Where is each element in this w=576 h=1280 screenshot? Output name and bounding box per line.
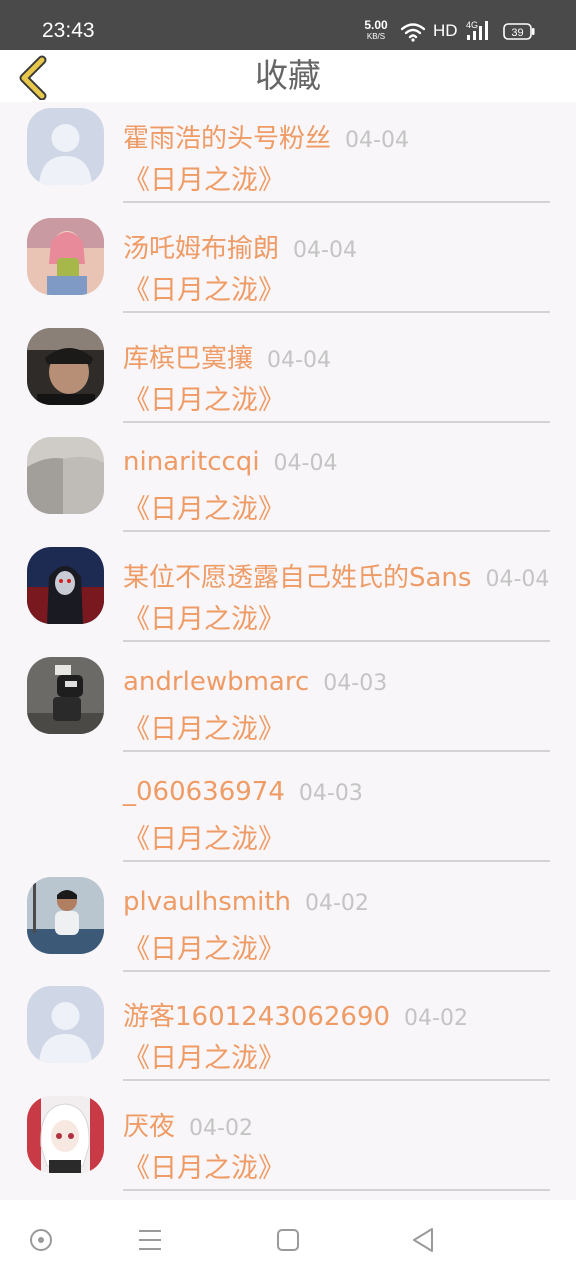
item-header: 厌夜 04-02 (123, 1106, 253, 1143)
work-title: 《日月之泷》 (123, 604, 285, 636)
item-date: 04-02 (189, 1116, 253, 1142)
item-header: _060636974 04-03 (123, 777, 363, 807)
outdoor-man-avatar (27, 876, 104, 954)
item-header: 游客1601243062690 04-02 (123, 996, 468, 1033)
item-date: 04-03 (298, 780, 363, 806)
divider (123, 1189, 550, 1192)
list-item[interactable]: 汤吒姆布揄朗 04-04 《日月之泷》 (0, 212, 576, 322)
divider (123, 969, 550, 972)
status-bar: 23:43 5.00 KB/S HD 4G 39 (0, 0, 576, 50)
list-item[interactable]: 库槟巴寞攘 04-04 《日月之泷》 (0, 322, 576, 432)
network-speed: 5.00 KB/S (360, 18, 392, 42)
back-button[interactable] (14, 54, 54, 100)
user-name: 游客1601243062690 (123, 1002, 391, 1033)
item-date: 04-04 (293, 237, 357, 263)
smoking-man-avatar (27, 327, 104, 405)
item-header: 某位不愿透露自己姓氏的Sans 04-04 (123, 557, 549, 594)
item-date: 04-04 (273, 451, 338, 477)
user-name: 某位不愿透露自己姓氏的Sans (123, 563, 472, 594)
user-name: andrlewbmarc (123, 667, 310, 697)
item-header: 汤吒姆布揄朗 04-04 (123, 228, 357, 265)
divider (123, 530, 550, 533)
work-title: 《日月之泷》 (123, 494, 285, 526)
divider (123, 750, 550, 752)
battery-level: 39 (511, 27, 523, 39)
item-header: andrlewbmarc 04-03 (123, 667, 387, 697)
gray-shirt-avatar (27, 437, 104, 515)
list-item[interactable]: plvaulhsmith 04-02 《日月之泷》 (0, 871, 576, 981)
list-item[interactable]: ninaritccqi 04-04 《日月之泷》 (0, 431, 576, 541)
network-speed-value: 5.00 (364, 18, 388, 32)
list-item[interactable]: andrlewbmarc 04-03 《日月之泷》 (0, 651, 576, 761)
user-name: plvaulhsmith (123, 886, 291, 917)
list-item[interactable]: 霍雨浩的头号粉丝 04-04 《日月之泷》 (0, 102, 576, 212)
divider (123, 640, 550, 643)
item-date: 04-04 (267, 347, 331, 373)
menu-button[interactable] (132, 1222, 168, 1258)
divider (123, 1079, 550, 1082)
item-date: 04-02 (305, 890, 369, 916)
default-avatar (27, 986, 104, 1064)
white-hair-anime-avatar (27, 1096, 104, 1174)
list-item[interactable]: 厌夜 04-02 《日月之泷》 (0, 1090, 576, 1200)
list-item[interactable]: _060636974 04-03 《日月之泷》 (0, 761, 576, 871)
work-title: 《日月之泷》 (123, 714, 285, 745)
work-title: 《日月之泷》 (123, 823, 285, 855)
item-date: 04-04 (345, 128, 409, 153)
item-date: 04-03 (323, 671, 388, 696)
assistant-button[interactable] (23, 1222, 59, 1258)
item-header: 库槟巴寞攘 04-04 (123, 338, 331, 375)
list-item[interactable]: 游客1601243062690 04-02 《日月之泷》 (0, 980, 576, 1090)
user-name: 厌夜 (123, 1112, 176, 1143)
back-nav-button[interactable] (406, 1222, 442, 1258)
work-title: 《日月之泷》 (123, 165, 285, 196)
list-item[interactable]: 某位不愿透露自己姓氏的Sans 04-04 《日月之泷》 (0, 541, 576, 651)
work-title: 《日月之泷》 (123, 1043, 285, 1075)
battery-icon: 39 (503, 23, 535, 40)
item-date: 04-04 (485, 567, 550, 593)
divider (123, 859, 550, 862)
item-header: 霍雨浩的头号粉丝 04-04 (123, 118, 409, 155)
hd-indicator: HD (433, 21, 458, 40)
page-title: 收藏 (255, 56, 321, 95)
crouching-person-avatar (27, 657, 104, 734)
empty-avatar (27, 767, 104, 844)
wifi-icon (401, 23, 425, 42)
item-date: 04-02 (404, 1006, 468, 1032)
divider (123, 201, 550, 203)
item-header: ninaritccqi 04-04 (123, 447, 337, 477)
divider (123, 310, 550, 313)
favorites-list: 霍雨浩的头号粉丝 04-04 《日月之泷》 汤吒姆布揄朗 04-04 《日月之泷》 (0, 102, 576, 1200)
work-title: 《日月之泷》 (123, 384, 285, 416)
work-title: 《日月之泷》 (123, 274, 285, 306)
status-time: 23:43 (42, 19, 95, 42)
header-bar: 收藏 (0, 50, 576, 102)
network-type: 4G (466, 20, 478, 30)
user-name: 汤吒姆布揄朗 (123, 233, 280, 264)
work-title: 《日月之泷》 (123, 1153, 285, 1185)
default-avatar (27, 108, 104, 185)
system-nav-bar (0, 1200, 576, 1280)
hooded-figure-avatar (27, 547, 104, 625)
home-button[interactable] (270, 1222, 306, 1258)
network-speed-unit: KB/S (366, 32, 386, 41)
user-name: _060636974 (123, 776, 285, 807)
user-name: 库槟巴寞攘 (123, 343, 254, 374)
user-name: 霍雨浩的头号粉丝 (123, 124, 332, 154)
item-header: plvaulhsmith 04-02 (123, 887, 369, 917)
divider (123, 420, 550, 423)
cellular-signal-icon: 4G (466, 20, 488, 40)
anime-girl-avatar (27, 217, 104, 295)
work-title: 《日月之泷》 (123, 933, 285, 965)
user-name: ninaritccqi (123, 447, 260, 478)
